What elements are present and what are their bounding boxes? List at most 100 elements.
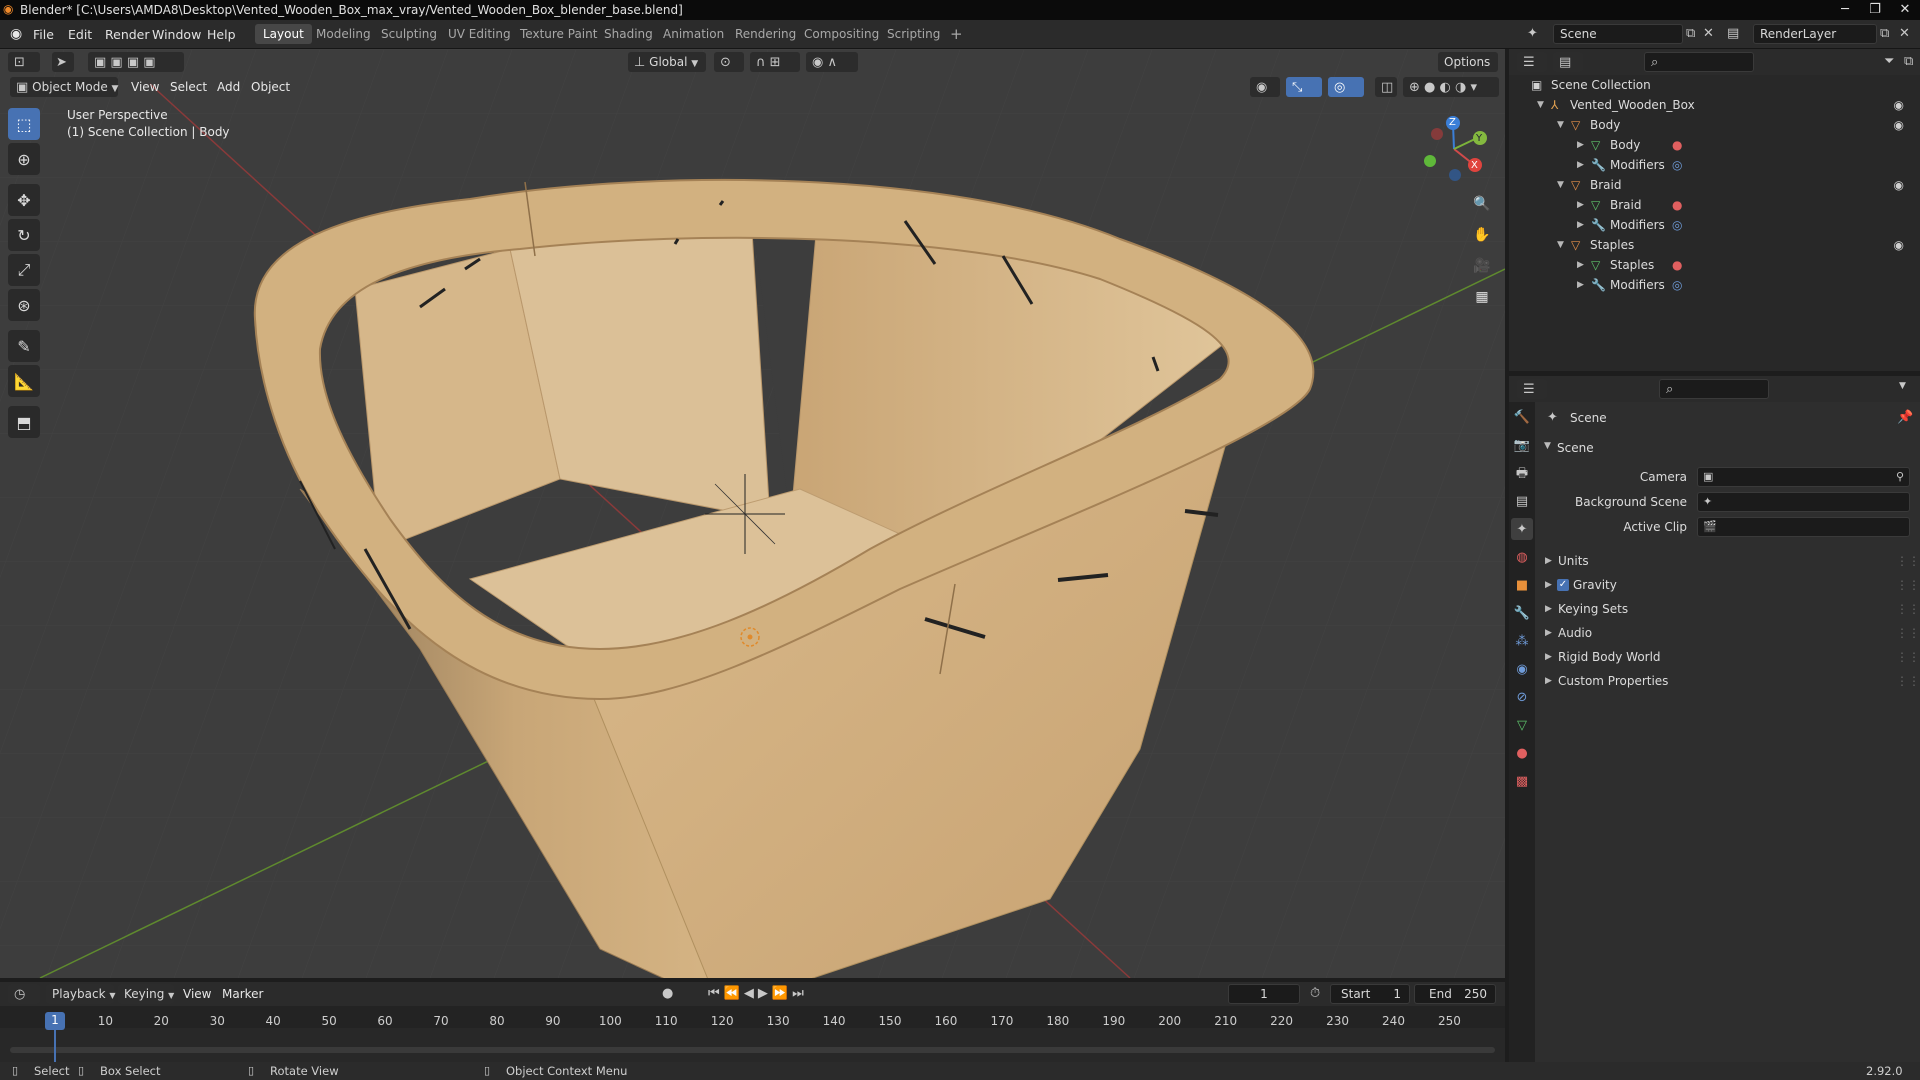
proportional-edit-toggle[interactable]: ◉ ∧ [806,52,858,72]
scene-field[interactable]: Scene [1553,24,1683,44]
pivot-point-dropdown[interactable]: ⊙ [714,52,744,72]
options-dropdown[interactable]: Options [1438,52,1498,72]
record-icon[interactable]: ● [662,987,673,1000]
snap-toggle[interactable]: ∩ ⊞ [750,52,800,72]
scene-panel-header[interactable]: Scene [1557,441,1594,455]
tab-output[interactable]: 🖶 [1511,462,1533,484]
display-mode-button[interactable]: ▤ [1553,52,1583,72]
gravity-checkbox[interactable]: ✓ [1557,579,1569,591]
tool-move[interactable]: ✥ [8,184,40,216]
start-frame-field[interactable]: Start 1 [1330,984,1410,1004]
outliner-search-input[interactable]: ⌕ [1644,52,1754,72]
end-frame-field[interactable]: End 250 [1414,984,1496,1004]
drag-handle-icon[interactable]: ⋮⋮ [1896,578,1920,592]
filter-icon[interactable]: ⏷ [1884,55,1894,68]
tab-shading[interactable]: Shading [596,24,661,44]
tool-scale[interactable]: ⤢ [8,254,40,286]
outliner-item[interactable]: ▼ ▽ Body ◉ [1509,115,1920,135]
properties-editor-type-button[interactable]: ☰ [1517,379,1547,399]
outliner-item[interactable]: ▶ ▽ Body ● [1509,135,1920,155]
chevron-down-icon[interactable]: ▼ [1544,441,1551,451]
tool-cursor[interactable]: ⊕ [8,143,40,175]
menu-edit[interactable]: Edit [68,27,92,42]
panel-units[interactable]: Units [1558,554,1589,568]
tab-scene[interactable]: ✦ [1511,518,1533,540]
minimize-button[interactable]: ─ [1830,0,1860,20]
panel-rigid-body-world[interactable]: Rigid Body World [1558,650,1661,664]
tab-material[interactable]: ● [1511,742,1533,764]
tab-animation[interactable]: Animation [655,24,732,44]
background-scene-field[interactable]: ✦ [1697,492,1910,512]
drag-handle-icon[interactable]: ⋮⋮ [1896,602,1920,616]
xray-toggle[interactable]: ◫ [1375,77,1397,97]
tool-rotate[interactable]: ↻ [8,219,40,251]
tab-particles[interactable]: ⁂ [1511,630,1533,652]
outliner-item[interactable]: ▶ 🔧 Modifiers ◎ [1509,275,1920,295]
tab-rendering[interactable]: Rendering [727,24,804,44]
shading-mode-group[interactable]: ⊕ ● ◐ ◑ ▾ [1403,77,1499,97]
gizmo-toggle[interactable]: ⤡ [1286,77,1322,97]
remove-scene-icon[interactable]: ✕ [1703,27,1714,40]
expand-arrow-icon[interactable]: ▶ [1577,255,1584,275]
panel-audio[interactable]: Audio [1558,626,1592,640]
tab-world[interactable]: ◍ [1511,546,1533,568]
viewport-menu-select[interactable]: Select [170,80,207,94]
drag-handle-icon[interactable]: ⋮⋮ [1896,626,1920,640]
menu-help[interactable]: Help [207,27,236,42]
tab-sculpting[interactable]: Sculpting [373,24,445,44]
drag-handle-icon[interactable]: ⋮⋮ [1896,554,1920,568]
tab-layout[interactable]: Layout [255,24,312,44]
eye-icon[interactable]: ◉ [1894,115,1904,135]
tab-scripting[interactable]: Scripting [879,24,948,44]
tab-texture-paint[interactable]: Texture Paint [512,24,605,44]
chevron-down-icon[interactable]: ▼ [1899,382,1906,391]
timeline-editor-type-button[interactable]: ◷ [8,984,40,1004]
blender-menu-icon[interactable]: ◉ [10,27,22,41]
new-scene-icon[interactable]: ⧉ [1686,27,1695,40]
collapse-arrow-icon[interactable]: ▼ [1557,115,1564,135]
eyedropper-icon[interactable]: ⚲ [1896,471,1904,482]
pin-icon[interactable]: 📌 [1897,411,1913,424]
tab-object[interactable]: ■ [1511,574,1533,596]
outliner-item[interactable]: ▶ 🔧 Modifiers ◎ [1509,215,1920,235]
drag-handle-icon[interactable]: ⋮⋮ [1896,650,1920,664]
renderlayer-field[interactable]: RenderLayer [1753,24,1877,44]
panel-keying-sets[interactable]: Keying Sets [1558,602,1628,616]
tab-texture[interactable]: ▩ [1511,770,1533,792]
expand-arrow-icon[interactable]: ▶ [1577,155,1584,175]
editor-type-button[interactable]: ⊡ [8,52,40,72]
maximize-button[interactable]: ❐ [1860,0,1890,20]
timeline-scrollbar[interactable] [10,1047,1495,1053]
camera-view-button[interactable]: 🎥 [1469,253,1495,279]
tab-modifiers[interactable]: 🔧 [1511,602,1533,624]
playback-controls-icons[interactable]: ⏮⏪◀▶⏩⏭ [708,987,808,1000]
panel-custom-properties[interactable]: Custom Properties [1558,674,1668,688]
panel-gravity[interactable]: Gravity [1573,578,1617,592]
properties-search-input[interactable]: ⌕ [1659,379,1769,399]
tool-transform[interactable]: ⊛ [8,289,40,321]
collapse-arrow-icon[interactable]: ▼ [1557,175,1564,195]
tab-modeling[interactable]: Modeling [308,24,379,44]
object-mode-dropdown[interactable]: ▣ Object Mode ▼ [10,77,118,97]
eye-icon[interactable]: ◉ [1894,175,1904,195]
outliner-item[interactable]: ▼ ▽ Braid ◉ [1509,175,1920,195]
viewport-menu-add[interactable]: Add [217,80,240,94]
tab-physics[interactable]: ◉ [1511,658,1533,680]
viewport-menu-object[interactable]: Object [251,80,290,94]
add-workspace-button[interactable]: + [942,24,971,44]
ortho-toggle-button[interactable]: ▦ [1469,284,1495,310]
timeline-view-menu[interactable]: View [183,987,211,1001]
tool-annotate[interactable]: ✎ [8,330,40,362]
tab-constraints[interactable]: ⊘ [1511,686,1533,708]
tab-compositing[interactable]: Compositing [796,24,887,44]
menu-window[interactable]: Window [152,27,201,42]
expand-arrow-icon[interactable]: ▶ [1545,556,1552,566]
expand-arrow-icon[interactable]: ▶ [1577,215,1584,235]
expand-arrow-icon[interactable]: ▶ [1545,604,1552,614]
expand-arrow-icon[interactable]: ▶ [1545,676,1552,686]
menu-file[interactable]: File [33,27,54,42]
eye-icon[interactable]: ◉ [1894,95,1904,115]
expand-arrow-icon[interactable]: ▶ [1545,628,1552,638]
remove-renderlayer-icon[interactable]: ✕ [1899,27,1910,40]
expand-arrow-icon[interactable]: ▶ [1545,652,1552,662]
